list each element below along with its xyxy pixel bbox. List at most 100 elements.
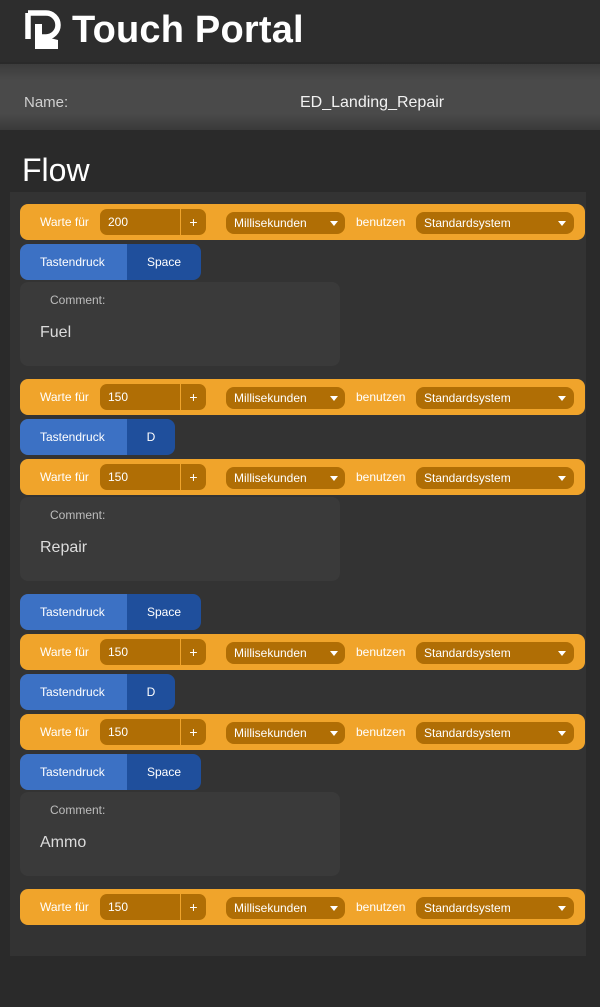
time-unit-value: Millisekunden [234,216,307,230]
system-value: Standardsystem [424,901,511,915]
touch-portal-logo-icon [25,10,61,49]
time-unit-value: Millisekunden [234,646,307,660]
chevron-down-icon [330,476,338,481]
keypress-label: Tastendruck [20,594,127,630]
wait-duration-value[interactable]: 150 [108,725,128,739]
keypress-action[interactable]: Tastendruck D [20,419,175,455]
use-label: benutzen [356,900,406,914]
button-name-value: ED_Landing_Repair [300,94,445,111]
wait-label: Warte für [40,390,89,404]
wait-duration-value[interactable]: 150 [108,645,128,659]
wait-duration-field[interactable]: 150 + [100,384,206,410]
plus-button[interactable]: + [181,209,206,235]
time-unit-dropdown[interactable]: Millisekunden [226,722,345,744]
keypress-label: Tastendruck [20,674,127,710]
wait-action[interactable]: Warte für 150 + Millisekunden benutzen S… [20,379,585,415]
flow-title: Flow [22,152,90,188]
keypress-key[interactable]: D [127,674,175,710]
use-label: benutzen [356,390,406,404]
wait-action[interactable]: Warte für 150 + Millisekunden benutzen S… [20,459,585,495]
keypress-label: Tastendruck [20,419,127,455]
system-dropdown[interactable]: Standardsystem [416,897,574,919]
wait-label: Warte für [40,470,89,484]
comment-text[interactable]: Fuel [40,324,71,342]
chevron-down-icon [558,731,566,736]
wait-action[interactable]: Warte für 150 + Millisekunden benutzen S… [20,714,585,750]
keypress-key[interactable]: D [127,419,175,455]
chevron-down-icon [558,476,566,481]
time-unit-value: Millisekunden [234,726,307,740]
wait-label: Warte für [40,725,89,739]
system-dropdown[interactable]: Standardsystem [416,722,574,744]
keypress-key[interactable]: Space [127,594,201,630]
wait-label: Warte für [40,900,89,914]
wait-action[interactable]: Warte für 150 + Millisekunden benutzen S… [20,634,585,670]
wait-duration-value[interactable]: 150 [108,470,128,484]
keypress-action[interactable]: Tastendruck Space [20,244,201,280]
wait-duration-value[interactable]: 150 [108,900,128,914]
time-unit-dropdown[interactable]: Millisekunden [226,897,345,919]
system-dropdown[interactable]: Standardsystem [416,467,574,489]
app-brand: Touch Portal [72,9,304,51]
use-label: benutzen [356,470,406,484]
comment-text[interactable]: Repair [40,539,87,557]
chevron-down-icon [330,396,338,401]
plus-button[interactable]: + [181,719,206,745]
keypress-key[interactable]: Space [127,244,201,280]
system-value: Standardsystem [424,471,511,485]
system-dropdown[interactable]: Standardsystem [416,212,574,234]
system-dropdown[interactable]: Standardsystem [416,642,574,664]
wait-duration-field[interactable]: 150 + [100,464,206,490]
comment-label: Comment: [50,508,106,522]
comment-action[interactable]: Comment: Fuel [20,282,340,366]
wait-label: Warte für [40,645,89,659]
app-header: Touch Portal [0,0,600,62]
comment-label: Comment: [50,293,106,307]
wait-action[interactable]: Warte für 150 + Millisekunden benutzen S… [20,889,585,925]
use-label: benutzen [356,645,406,659]
wait-duration-field[interactable]: 200 + [100,209,206,235]
chevron-down-icon [558,651,566,656]
system-value: Standardsystem [424,726,511,740]
time-unit-dropdown[interactable]: Millisekunden [226,642,345,664]
name-bar: Name: ED_Landing_Repair [0,64,600,130]
plus-button[interactable]: + [181,639,206,665]
wait-duration-value[interactable]: 150 [108,390,128,404]
comment-action[interactable]: Comment: Ammo [20,792,340,876]
wait-action[interactable]: Warte für 200 + Millisekunden benutzen S… [20,204,585,240]
time-unit-value: Millisekunden [234,391,307,405]
chevron-down-icon [558,906,566,911]
plus-button[interactable]: + [181,894,206,920]
keypress-action[interactable]: Tastendruck Space [20,754,201,790]
time-unit-value: Millisekunden [234,471,307,485]
time-unit-dropdown[interactable]: Millisekunden [226,212,345,234]
keypress-label: Tastendruck [20,754,127,790]
plus-button[interactable]: + [181,464,206,490]
system-dropdown[interactable]: Standardsystem [416,387,574,409]
chevron-down-icon [330,651,338,656]
chevron-down-icon [330,906,338,911]
system-value: Standardsystem [424,216,511,230]
wait-label: Warte für [40,215,89,229]
keypress-label: Tastendruck [20,244,127,280]
use-label: benutzen [356,725,406,739]
time-unit-dropdown[interactable]: Millisekunden [226,387,345,409]
keypress-action[interactable]: Tastendruck D [20,674,175,710]
wait-duration-value[interactable]: 200 [108,215,128,229]
wait-duration-field[interactable]: 150 + [100,719,206,745]
comment-text[interactable]: Ammo [40,834,86,852]
keypress-key[interactable]: Space [127,754,201,790]
wait-duration-field[interactable]: 150 + [100,639,206,665]
time-unit-value: Millisekunden [234,901,307,915]
wait-duration-field[interactable]: 150 + [100,894,206,920]
chevron-down-icon [558,221,566,226]
system-value: Standardsystem [424,391,511,405]
time-unit-dropdown[interactable]: Millisekunden [226,467,345,489]
keypress-action[interactable]: Tastendruck Space [20,594,201,630]
system-value: Standardsystem [424,646,511,660]
use-label: benutzen [356,215,406,229]
plus-button[interactable]: + [181,384,206,410]
comment-action[interactable]: Comment: Repair [20,497,340,581]
comment-label: Comment: [50,803,106,817]
chevron-down-icon [330,221,338,226]
